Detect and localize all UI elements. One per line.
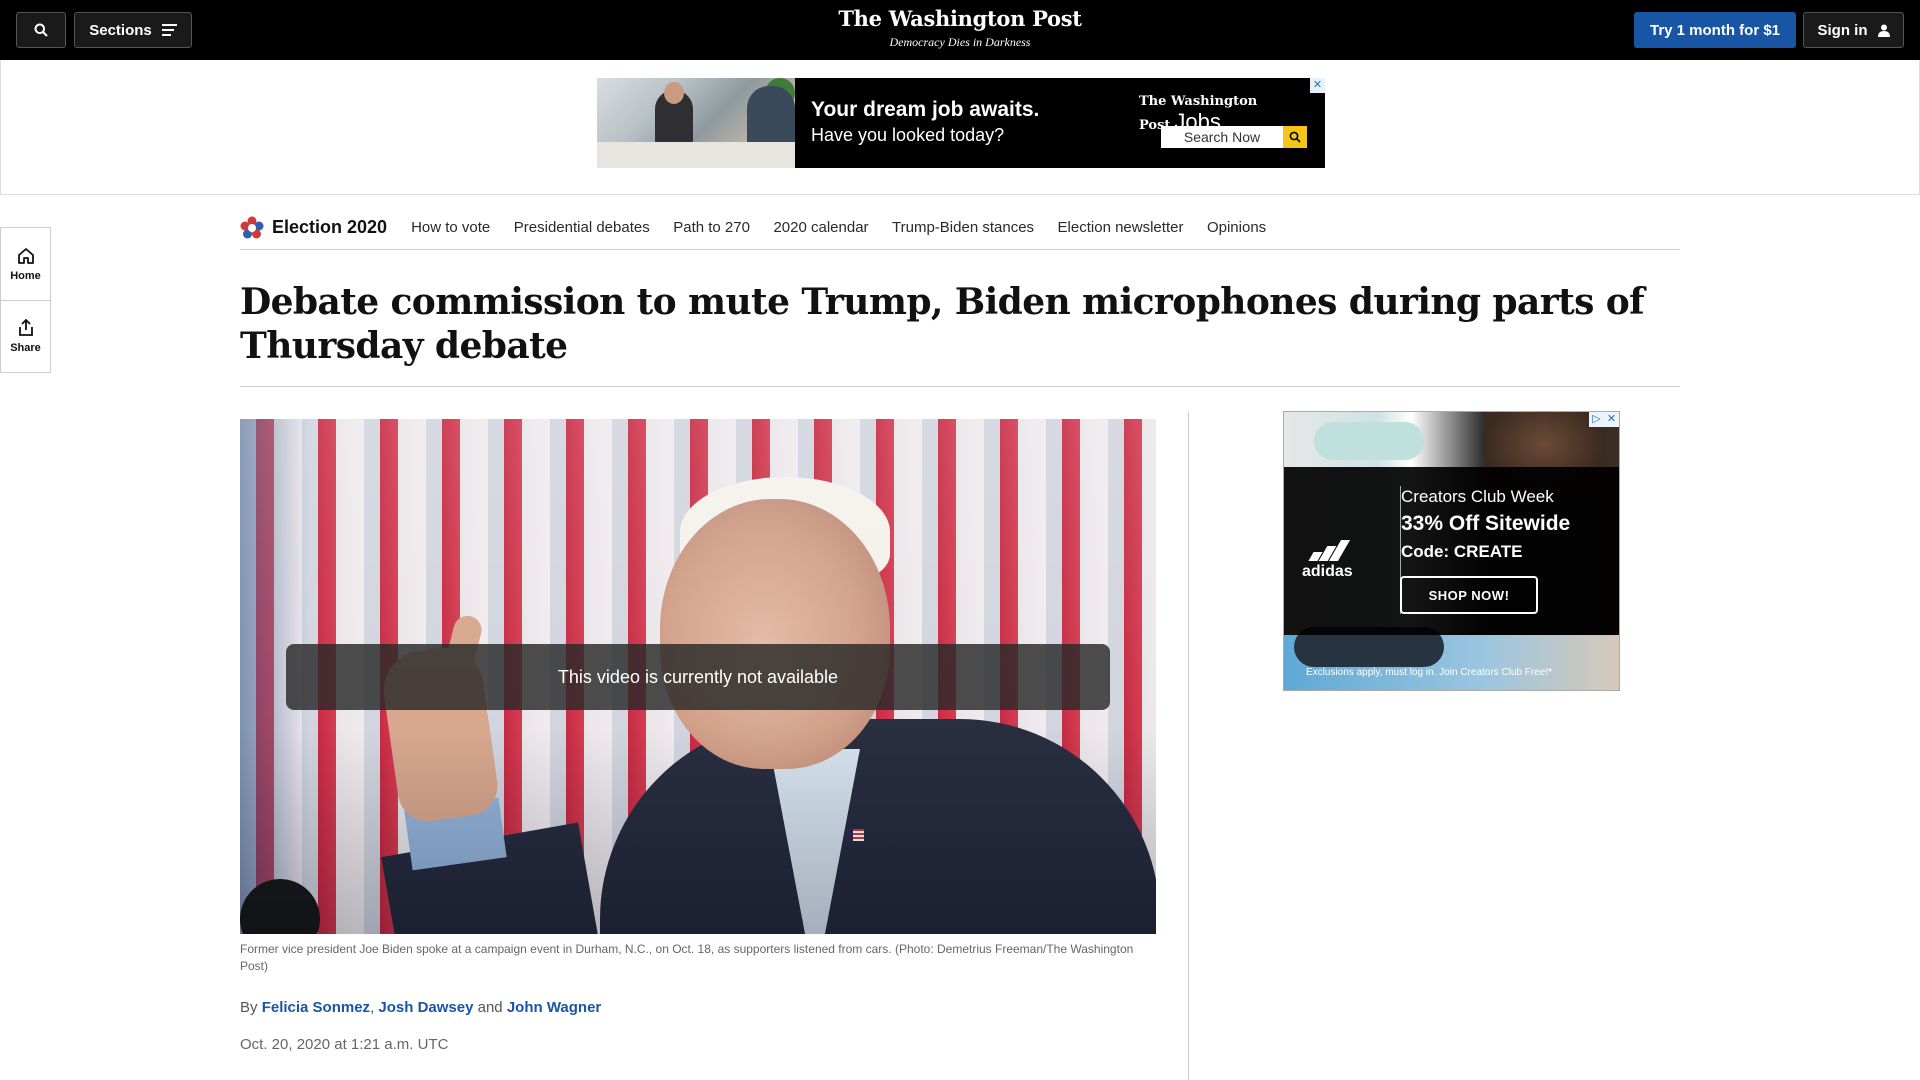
search-icon [34,23,48,37]
video-player[interactable]: This video is currently not available [240,419,1156,934]
video-unavailable-message: This video is currently not available [286,644,1110,710]
jobs-ad-banner[interactable]: Your dream job awaits. Have you looked t… [597,78,1325,168]
top-ad-container: Your dream job awaits. Have you looked t… [0,60,1920,195]
author-link[interactable]: Josh Dawsey [378,999,473,1016]
left-rail: Home Share [0,227,51,373]
side-ad-line2: 33% Off Sitewide [1401,512,1571,535]
nav-link-election-newsletter[interactable]: Election newsletter [1058,219,1184,236]
search-button[interactable] [16,12,66,48]
jobs-ad-title: Your dream job awaits. [811,98,1040,121]
sign-in-label: Sign in [1817,21,1868,39]
masthead[interactable]: The Washington Post Democracy Dies in Da… [760,6,1160,50]
author-link[interactable]: Felicia Sonmez [262,999,370,1016]
subscribe-button[interactable]: Try 1 month for $1 [1634,12,1796,48]
byline-prefix: By [240,999,258,1016]
share-icon [18,319,33,336]
publish-date: Oct. 20, 2020 at 1:21 a.m. UTC [240,1036,449,1053]
article-headline: Debate commission to mute Trump, Biden m… [240,281,1645,367]
search-icon [1289,131,1301,143]
side-ad-banner[interactable]: adidas Creators Club Week 33% Off Sitewi… [1283,411,1620,691]
byline-separator: , [370,999,375,1016]
site-logo[interactable]: The Washington Post [760,6,1160,31]
side-ad-fine-print: Exclusions apply, must log in. Join Crea… [1306,667,1553,678]
nav-link-how-to-vote[interactable]: How to vote [411,219,490,236]
shop-now-button[interactable]: SHOP NOW! [1400,576,1538,614]
side-ad-line3: Code: CREATE [1401,542,1523,561]
adidas-logo-text: adidas [1302,563,1353,580]
election-2020-brand[interactable]: Election 2020 [240,216,387,240]
adidas-logo: adidas [1302,539,1353,581]
site-tagline: Democracy Dies in Darkness [889,35,1031,49]
jobs-ad-search-button[interactable] [1283,126,1307,148]
rail-share-button[interactable]: Share [1,300,50,372]
column-divider [1188,412,1189,1080]
nav-link-2020-calendar[interactable]: 2020 calendar [773,219,868,236]
close-icon[interactable]: ✕ [1604,412,1619,427]
rail-home-button[interactable]: Home [1,228,50,300]
side-ad-line1: Creators Club Week [1401,487,1554,506]
byline: By Felicia Sonmez, Josh Dawsey and John … [240,999,601,1016]
election-star-icon [240,216,264,238]
election-subnav: Election 2020 How to vote Presidential d… [240,206,1680,250]
nav-link-trump-biden-stances[interactable]: Trump-Biden stances [892,219,1034,236]
close-icon[interactable]: ✕ [1310,78,1325,93]
jobs-ad-search-label: Search Now [1183,129,1261,145]
video-caption: Former vice president Joe Biden spoke at… [240,942,1134,973]
rail-home-label: Home [10,269,41,282]
rail-share-label: Share [10,342,41,354]
election-brand-label: Election 2020 [272,217,388,237]
ad-choices-icon[interactable]: ▷ [1589,412,1604,427]
jobs-ad-subtitle: Have you looked today? [811,125,1005,145]
nav-link-path-to-270[interactable]: Path to 270 [673,219,750,236]
nav-link-presidential-debates[interactable]: Presidential debates [514,219,650,236]
jobs-ad-photo [597,78,795,168]
ad-choices[interactable]: ▷ ✕ [1589,412,1619,427]
home-icon [17,247,34,264]
author-link[interactable]: John Wagner [507,999,601,1016]
jobs-ad-search[interactable]: Search Now [1161,126,1307,148]
nav-link-opinions[interactable]: Opinions [1207,219,1266,236]
headline-divider [240,386,1680,387]
byline-and: and [477,999,503,1016]
top-navigation-bar: Sections The Washington Post Democracy D… [0,0,1920,60]
sections-label: Sections [89,21,152,39]
user-icon [1877,24,1890,37]
sign-in-button[interactable]: Sign in [1803,12,1904,48]
hamburger-icon [161,24,177,36]
sections-button[interactable]: Sections [74,12,192,48]
